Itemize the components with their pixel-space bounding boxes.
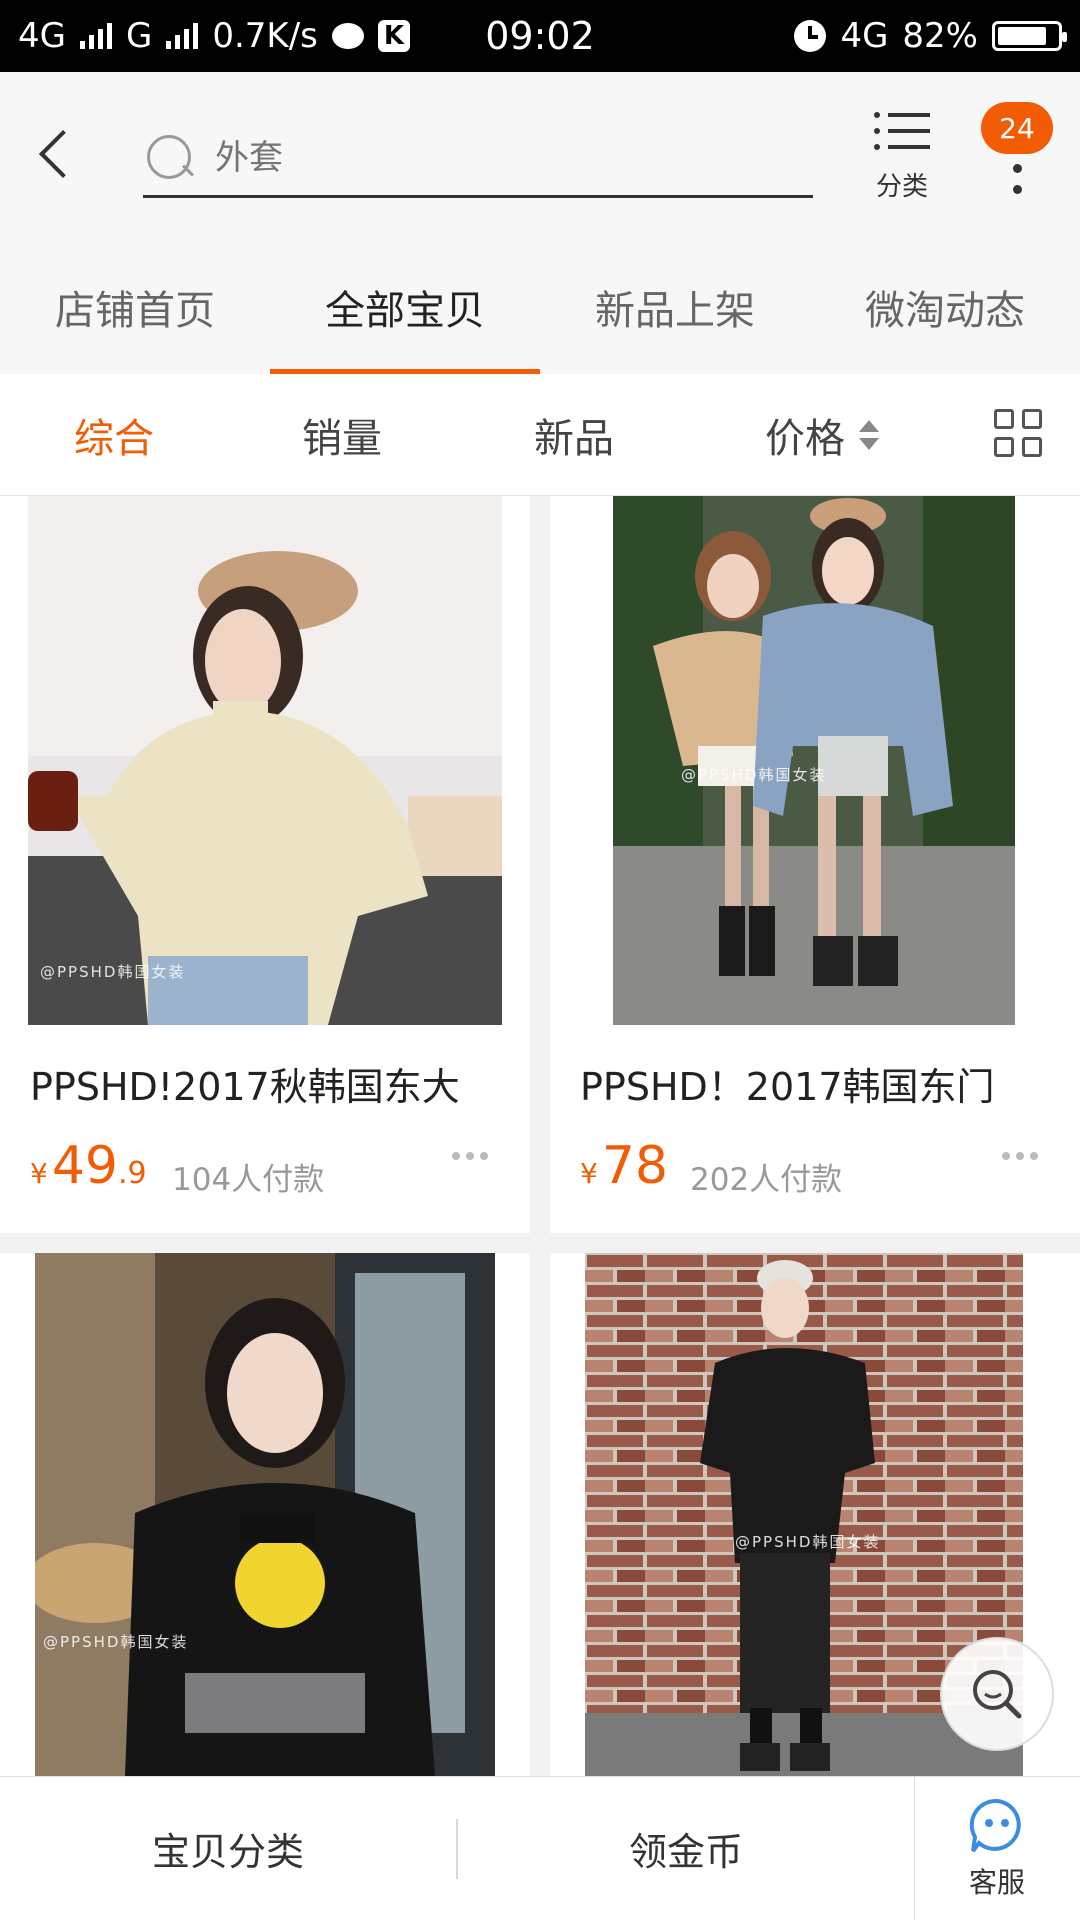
image-watermark: @PPSHD韩国女装	[681, 766, 827, 784]
price-decimal: .9	[118, 1156, 147, 1191]
price-currency: ¥	[30, 1157, 48, 1190]
product-image[interactable]: @PPSHD韩国女装	[28, 496, 502, 1025]
image-watermark: @PPSHD韩国女装	[735, 1533, 881, 1551]
get-coins-button[interactable]: 领金币	[458, 1777, 914, 1920]
price-currency: ¥	[580, 1157, 598, 1190]
grid-view-icon[interactable]	[994, 409, 1044, 459]
chat-icon	[331, 23, 364, 49]
signal-icon-2	[166, 23, 199, 49]
customer-service-icon	[969, 1798, 1021, 1852]
item-categories-button[interactable]: 宝贝分类	[0, 1777, 456, 1920]
more-menu-button[interactable]: 24	[978, 102, 1058, 212]
battery-icon	[992, 21, 1067, 51]
back-icon[interactable]	[24, 122, 88, 186]
status-bar: 4G G 0.7K/s K 09:02 4G 82%	[0, 0, 1080, 72]
price-integer: 78	[601, 1136, 668, 1196]
sort-bar: 综合 销量 新品 价格	[0, 374, 1080, 496]
sort-sales[interactable]: 销量	[302, 406, 382, 464]
search-icon	[147, 134, 193, 181]
alarm-icon	[794, 20, 827, 52]
image-watermark: @PPSHD韩国女装	[40, 963, 186, 981]
signal-icon	[79, 23, 112, 49]
status-left: 4G G 0.7K/s K	[18, 16, 410, 56]
sort-new-label: 新品	[534, 415, 614, 462]
bottom-bar: 宝贝分类 领金币 客服	[0, 1776, 1080, 1920]
product-card[interactable]: @PPSHD韩国女装	[0, 1253, 530, 1776]
tab-all-items[interactable]: 全部宝贝	[270, 240, 540, 374]
shop-tabs: 店铺首页 全部宝贝 新品上架 微淘动态	[0, 240, 1080, 374]
product-title: PPSHD！2017韩国东门	[580, 1065, 995, 1109]
search-bar[interactable]	[143, 120, 813, 198]
status-right: 4G 82%	[794, 16, 1067, 56]
sort-comprehensive[interactable]: 综合	[74, 406, 154, 464]
tab-shop-home[interactable]: 店铺首页	[0, 240, 270, 374]
sort-new[interactable]: 新品	[534, 406, 614, 464]
tab-new-arrivals[interactable]: 新品上架	[540, 240, 810, 374]
sales-count: 202人付款	[690, 1162, 843, 1198]
sort-arrows-icon	[859, 419, 879, 450]
category-button[interactable]: 分类	[862, 112, 942, 212]
product-photo	[28, 496, 502, 1025]
sort-sales-label: 销量	[302, 415, 382, 462]
battery-percent: 82%	[902, 16, 978, 56]
search-input[interactable]	[213, 136, 773, 179]
k-app-icon: K	[377, 20, 410, 52]
product-price: ¥ 49 .9	[30, 1136, 147, 1196]
sort-price[interactable]: 价格	[765, 406, 879, 464]
product-title: PPSHD!2017秋韩国东大	[30, 1065, 460, 1109]
product-grid: @PPSHD韩国女装 PPSHD!2017秋韩国东大 ¥ 49 .9 104人付…	[0, 496, 1080, 1776]
product-card[interactable]: @PPSHD韩国女装 PPSHD！2017韩国东门 ¥ 78 202人付款	[550, 496, 1080, 1233]
message-badge: 24	[981, 102, 1053, 154]
product-image[interactable]: @PPSHD韩国女装	[613, 496, 1015, 1025]
product-price: ¥ 78	[580, 1136, 668, 1196]
sales-count: 104人付款	[172, 1162, 325, 1198]
list-icon	[874, 112, 930, 152]
product-card[interactable]: @PPSHD韩国女装 PPSHD!2017秋韩国东大 ¥ 49 .9 104人付…	[0, 496, 530, 1233]
network-type-2: G	[125, 16, 153, 56]
floating-assistant-button[interactable]	[940, 1637, 1054, 1751]
network-type-3: 4G	[840, 16, 889, 56]
tab-weitao[interactable]: 微淘动态	[810, 240, 1080, 374]
sort-comprehensive-label: 综合	[74, 415, 154, 462]
product-photo	[35, 1253, 495, 1776]
network-type-1: 4G	[18, 16, 66, 56]
product-photo	[613, 496, 1015, 1025]
product-image[interactable]: @PPSHD韩国女装	[35, 1253, 495, 1776]
sort-price-label: 价格	[765, 415, 845, 462]
more-options-icon[interactable]	[1002, 1152, 1038, 1160]
customer-service-button[interactable]: 客服	[914, 1777, 1079, 1920]
price-integer: 49	[51, 1136, 118, 1196]
shop-header: 分类 24	[0, 72, 1080, 240]
customer-service-label: 客服	[968, 1865, 1025, 1899]
network-speed: 0.7K/s	[212, 16, 318, 56]
face-search-icon	[973, 1670, 1022, 1719]
more-options-icon[interactable]	[452, 1152, 488, 1160]
category-label: 分类	[875, 172, 928, 202]
more-dots-icon	[1013, 164, 1023, 206]
image-watermark: @PPSHD韩国女装	[43, 1633, 189, 1651]
